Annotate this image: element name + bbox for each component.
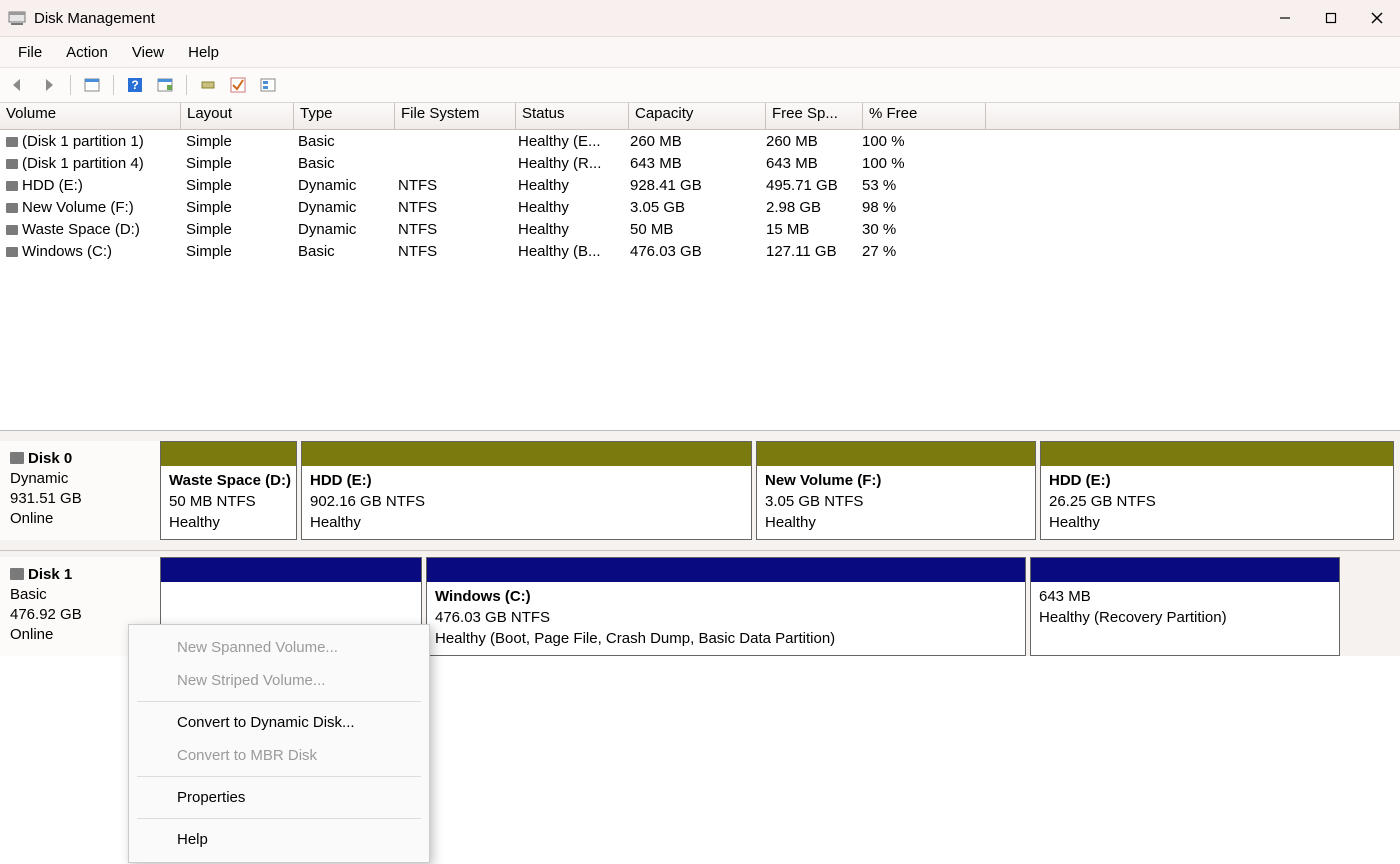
disk-icon (10, 452, 24, 464)
window-title: Disk Management (34, 10, 155, 27)
drive-icon (6, 203, 18, 213)
col-fs[interactable]: File System (395, 103, 516, 129)
menubar: File Action View Help (0, 37, 1400, 68)
col-capacity[interactable]: Capacity (629, 103, 766, 129)
partition[interactable]: 643 MB Healthy (Recovery Partition) (1030, 557, 1340, 656)
titlebar: Disk Management (0, 0, 1400, 37)
partition[interactable]: HDD (E:) 902.16 GB NTFS Healthy (301, 441, 752, 540)
maximize-button[interactable] (1308, 0, 1354, 36)
ctx-separator (137, 818, 421, 819)
partition-bar (302, 442, 751, 466)
ctx-separator (137, 776, 421, 777)
partition-bar (161, 558, 421, 582)
volume-row[interactable]: (Disk 1 partition 1) Simple Basic Health… (0, 130, 1400, 152)
ctx-convert-dynamic[interactable]: Convert to Dynamic Disk... (129, 706, 429, 739)
menu-help[interactable]: Help (176, 40, 231, 65)
partition[interactable]: HDD (E:) 26.25 GB NTFS Healthy (1040, 441, 1394, 540)
partition[interactable]: Waste Space (D:) 50 MB NTFS Healthy (160, 441, 297, 540)
back-button[interactable] (6, 72, 32, 98)
partition[interactable]: Windows (C:) 476.03 GB NTFS Healthy (Boo… (426, 557, 1026, 656)
tool-icon-2[interactable] (225, 72, 251, 98)
menu-file[interactable]: File (6, 40, 54, 65)
volume-row[interactable]: HDD (E:) Simple Dynamic NTFS Healthy 928… (0, 174, 1400, 196)
partition-bar (757, 442, 1035, 466)
volume-row[interactable]: Windows (C:) Simple Basic NTFS Healthy (… (0, 240, 1400, 262)
ctx-properties[interactable]: Properties (129, 781, 429, 814)
disk-label-0[interactable]: Disk 0 Dynamic 931.51 GB Online (0, 441, 160, 540)
app-icon (8, 9, 26, 27)
partition-bar (1041, 442, 1393, 466)
ctx-new-striped: New Striped Volume... (129, 664, 429, 697)
partition-bar (427, 558, 1025, 582)
volume-row[interactable]: (Disk 1 partition 4) Simple Basic Health… (0, 152, 1400, 174)
drive-icon (6, 137, 18, 147)
ctx-new-spanned: New Spanned Volume... (129, 631, 429, 664)
partition-bar (1031, 558, 1339, 582)
volume-list-header: Volume Layout Type File System Status Ca… (0, 103, 1400, 130)
tool-icon-3[interactable] (255, 72, 281, 98)
col-status[interactable]: Status (516, 103, 629, 129)
volume-row[interactable]: New Volume (F:) Simple Dynamic NTFS Heal… (0, 196, 1400, 218)
svg-text:?: ? (131, 78, 138, 92)
col-spacer (986, 103, 1400, 129)
drive-icon (6, 181, 18, 191)
drive-icon (6, 225, 18, 235)
forward-button[interactable] (36, 72, 62, 98)
menu-view[interactable]: View (120, 40, 176, 65)
ctx-separator (137, 701, 421, 702)
volume-row[interactable]: Waste Space (D:) Simple Dynamic NTFS Hea… (0, 218, 1400, 240)
col-pct[interactable]: % Free (863, 103, 986, 129)
graphical-pane: Disk 0 Dynamic 931.51 GB Online Waste Sp… (0, 431, 1400, 656)
refresh-button[interactable] (79, 72, 105, 98)
toolbar: ? (0, 68, 1400, 103)
col-free[interactable]: Free Sp... (766, 103, 863, 129)
tool-icon-1[interactable] (195, 72, 221, 98)
col-layout[interactable]: Layout (181, 103, 294, 129)
ctx-convert-mbr: Convert to MBR Disk (129, 739, 429, 772)
context-menu: New Spanned Volume... New Striped Volume… (128, 624, 430, 863)
partition-bar (161, 442, 296, 466)
drive-icon (6, 159, 18, 169)
disk-row-0: Disk 0 Dynamic 931.51 GB Online Waste Sp… (0, 441, 1400, 540)
minimize-button[interactable] (1262, 0, 1308, 36)
disk-icon (10, 568, 24, 580)
menu-action[interactable]: Action (54, 40, 120, 65)
drive-icon (6, 247, 18, 257)
col-volume[interactable]: Volume (0, 103, 181, 129)
partition[interactable]: New Volume (F:) 3.05 GB NTFS Healthy (756, 441, 1036, 540)
properties-button[interactable] (152, 72, 178, 98)
col-type[interactable]: Type (294, 103, 395, 129)
help-button[interactable]: ? (122, 72, 148, 98)
ctx-help[interactable]: Help (129, 823, 429, 856)
volume-list: (Disk 1 partition 1) Simple Basic Health… (0, 130, 1400, 431)
close-button[interactable] (1354, 0, 1400, 36)
